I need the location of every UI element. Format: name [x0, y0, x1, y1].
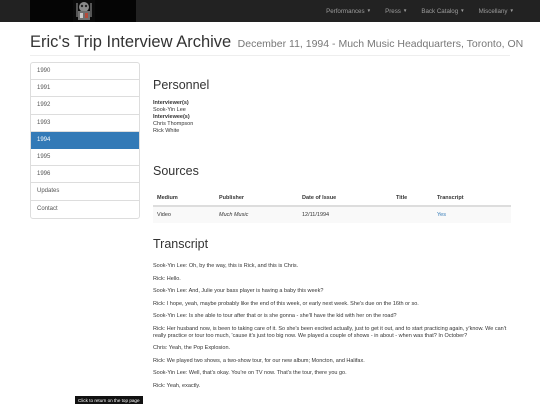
col-transcript: Transcript	[433, 191, 511, 207]
personnel-section: Personnel Interviewer(s) Sook-Yin Lee In…	[153, 78, 511, 135]
nav-back-catalog-label: Back Catalog	[421, 7, 459, 15]
transcript-line: Rick: Her husband now, is been to taking…	[153, 325, 507, 339]
page-header: Eric's Trip Interview Archive December 1…	[30, 33, 523, 53]
return-to-top-button[interactable]: Click to return on the top page	[75, 396, 143, 404]
interviewee-name: Rick White	[153, 128, 180, 134]
band-logo-icon	[73, 0, 95, 22]
nav-miscellany[interactable]: Miscellany ▼	[479, 8, 514, 15]
table-row: Video Much Music 12/11/1994 Yes	[153, 205, 511, 223]
transcript-heading: Transcript	[153, 237, 209, 251]
transcript-line: Sook-Yin Lee: And, Julie your bass playe…	[153, 288, 324, 294]
col-title: Title	[392, 191, 433, 207]
sidebar-item-1993[interactable]: 1993	[31, 115, 139, 132]
sidebar-item-contact[interactable]: Contact	[31, 201, 139, 218]
sidebar-item-1991[interactable]: 1991	[31, 80, 139, 98]
transcript-line: Chris: Yeah, the Pop Explosion.	[153, 345, 231, 351]
nav-performances[interactable]: Performances ▼	[326, 8, 371, 15]
brand-logo-area[interactable]	[30, 0, 136, 22]
transcript-line: Rick: Yeah, exactly.	[153, 382, 201, 389]
personnel-heading: Personnel	[153, 78, 210, 92]
caret-down-icon: ▼	[460, 8, 465, 14]
cell-transcript: Yes	[433, 205, 511, 223]
nav-miscellany-label: Miscellany	[478, 7, 508, 15]
caret-down-icon: ▼	[509, 8, 514, 14]
cell-medium: Video	[153, 205, 215, 223]
cell-title	[392, 205, 433, 223]
nav-performances-label: Performances	[326, 7, 365, 15]
nav-press[interactable]: Press ▼	[385, 8, 407, 15]
nav-back-catalog[interactable]: Back Catalog ▼	[421, 8, 464, 15]
transcript-line: Sook-Yin Lee: Oh, by the way, this is Ri…	[153, 263, 299, 269]
caret-down-icon: ▼	[402, 8, 408, 14]
sidebar-item-updates[interactable]: Updates	[31, 183, 139, 201]
interviewer-name: Sook-Yin Lee	[153, 107, 186, 113]
col-date: Date of Issue	[298, 191, 392, 207]
cell-publisher: Much Music	[215, 205, 298, 223]
transcript-line: Rick: We played two shows, a two-show to…	[153, 357, 365, 364]
year-sidebar: 1990 1991 1992 1993 1994 1995 1996 Updat…	[30, 62, 140, 219]
transcript-line: Rick: Hello.	[153, 275, 181, 282]
sources-table: Medium Publisher Date of Issue Title Tra…	[153, 191, 511, 223]
col-medium: Medium	[153, 191, 215, 207]
nav-press-label: Press	[385, 7, 401, 15]
sources-heading: Sources	[153, 164, 199, 178]
header-divider	[30, 55, 510, 56]
transcript-line: Sook-Yin Lee: Well, that's okay. You're …	[153, 370, 347, 376]
nav-menu: Performances ▼ Press ▼ Back Catalog ▼ Misce…	[312, 0, 514, 22]
caret-down-icon: ▼	[366, 8, 372, 14]
navbar: Performances ▼ Press ▼ Back Catalog ▼ Misce…	[0, 0, 540, 22]
interviewer-label: Interviewer(s)	[153, 100, 189, 106]
page-title: Eric's Trip Interview Archive	[30, 33, 232, 51]
interviewees-label: Interviewee(s)	[153, 114, 190, 120]
transcript-link[interactable]: Yes	[437, 212, 446, 218]
col-publisher: Publisher	[215, 191, 298, 207]
page-subtitle: December 11, 1994 - Much Music Headquart…	[237, 38, 524, 50]
table-header-row: Medium Publisher Date of Issue Title Tra…	[153, 191, 511, 207]
sidebar-item-1990[interactable]: 1990	[31, 63, 139, 81]
sidebar-item-1995[interactable]: 1995	[31, 149, 139, 167]
cell-date: 12/11/1994	[298, 205, 392, 223]
sources-section: Sources Medium Publisher Date of Issue T…	[153, 164, 511, 223]
transcript-line: Sook-Yin Lee: Is she able to tour after …	[153, 313, 397, 319]
transcript-line: Rick: I hope, yeah, maybe probably like …	[153, 300, 419, 307]
sidebar-item-1996[interactable]: 1996	[31, 166, 139, 184]
transcript-section: Transcript Sook-Yin Lee: Oh, by the way,…	[153, 237, 511, 395]
sidebar-item-1994[interactable]: 1994	[31, 131, 139, 149]
sidebar-item-1992[interactable]: 1992	[31, 97, 139, 115]
interviewee-name: Chris Thompson	[153, 121, 194, 127]
